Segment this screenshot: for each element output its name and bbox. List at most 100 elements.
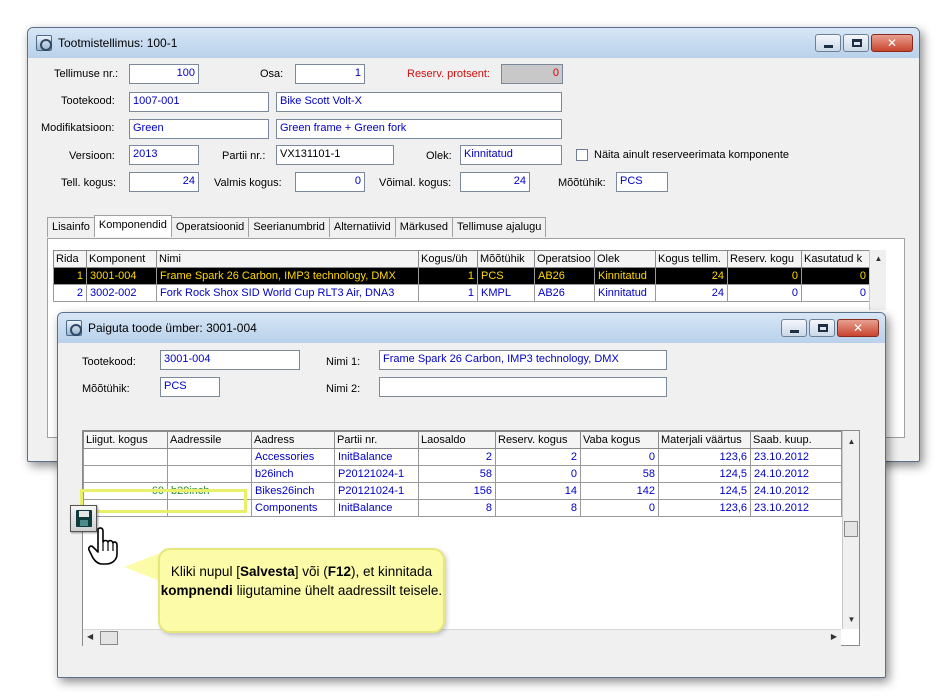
tab-operatsioonid[interactable]: Operatsioonid xyxy=(170,217,250,237)
tab-seerianumbrid[interactable]: Seerianumbrid xyxy=(248,217,330,237)
voimal-kogus-field[interactable]: 24 xyxy=(460,172,530,192)
dialog-maximize-button[interactable] xyxy=(809,319,835,337)
tab-komponendid[interactable]: Komponendid xyxy=(93,215,172,237)
cell: 8 xyxy=(418,499,496,517)
nimi1-field[interactable]: Frame Spark 26 Carbon, IMP3 technology, … xyxy=(379,350,667,370)
scroll-right-icon[interactable]: ▶ xyxy=(831,632,837,641)
relocate-header-row: Liigut. kogus Aadressile Aadress Partii … xyxy=(83,431,842,449)
col-header[interactable]: Vaba kogus xyxy=(580,431,659,449)
aadressile-cell[interactable] xyxy=(167,499,252,517)
tab-lisainfo[interactable]: Lisainfo xyxy=(47,217,95,237)
col-header[interactable]: Materjali väärtus xyxy=(658,431,751,449)
col-header[interactable]: Rida xyxy=(53,250,87,268)
tab-tellimuse-ajalugu[interactable]: Tellimuse ajalugu xyxy=(452,217,547,237)
callout-bold: F12 xyxy=(327,564,352,579)
nimi2-field[interactable] xyxy=(379,377,667,397)
olek-field[interactable]: Kinnitatud xyxy=(460,145,562,165)
col-header[interactable]: Kogus/üh xyxy=(418,250,478,268)
cell: Bikes26inch xyxy=(251,482,335,500)
cell: P20121024-1 xyxy=(334,465,419,483)
liigut-kogus-cell[interactable]: 60 xyxy=(83,482,168,500)
scroll-up-icon[interactable]: ▲ xyxy=(843,433,860,450)
close-button[interactable]: ✕ xyxy=(871,34,913,52)
dialog-close-button[interactable]: ✕ xyxy=(837,319,879,337)
dialog-minimize-button[interactable] xyxy=(781,319,807,337)
table-row[interactable]: b26inch P20121024-1 58 0 58 124,5 24.10.… xyxy=(83,465,842,483)
mootuhik-field[interactable]: PCS xyxy=(616,172,668,192)
col-header[interactable]: Operatsioo xyxy=(534,250,595,268)
cell: Fork Rock Shox SID World Cup RLT3 Air, D… xyxy=(156,284,419,302)
cell: Kinnitatud xyxy=(594,267,656,285)
modifikatsioon-kirjeldus-field[interactable]: Green frame + Green fork xyxy=(276,119,562,139)
col-header[interactable]: Kasutatud k xyxy=(801,250,870,268)
col-header[interactable]: Mõõtühik xyxy=(477,250,535,268)
dialog-titlebar: Paiguta toode ümber: 3001-004 ✕ xyxy=(58,313,885,343)
cell: 0 xyxy=(495,465,581,483)
scroll-thumb[interactable] xyxy=(844,521,858,537)
cell: P20121024-1 xyxy=(334,482,419,500)
tab-markused[interactable]: Märkused xyxy=(394,217,454,237)
nimi2-label: Nimi 2: xyxy=(326,383,361,395)
cell: 124,5 xyxy=(658,482,751,500)
instruction-callout: Kliki nupul [Salvesta] või (F12), et kin… xyxy=(158,548,445,633)
tell-kogus-field[interactable]: 24 xyxy=(129,172,199,192)
table-row[interactable]: Accessories InitBalance 2 2 0 123,6 23.1… xyxy=(83,448,842,466)
maximize-button[interactable] xyxy=(843,34,869,52)
liigut-kogus-cell[interactable] xyxy=(83,448,168,466)
liigut-kogus-cell[interactable] xyxy=(83,465,168,483)
osa-field[interactable]: 1 xyxy=(295,64,365,84)
modifikatsioon-field[interactable]: Green xyxy=(129,119,269,139)
components-header-row: Rida Komponent Nimi Kogus/üh Mõõtühik Op… xyxy=(53,250,870,268)
col-header[interactable]: Liigut. kogus xyxy=(83,431,168,449)
tab-alternatiivid[interactable]: Alternatiivid xyxy=(328,217,396,237)
scroll-left-icon[interactable]: ◀ xyxy=(87,632,93,641)
tellimuse-nr-field[interactable]: 100 xyxy=(129,64,199,84)
reserveerimata-checkbox[interactable] xyxy=(576,149,588,161)
components-vscrollbar[interactable]: ▲ xyxy=(869,250,886,310)
col-header[interactable]: Partii nr. xyxy=(334,431,419,449)
partii-nr-field[interactable]: VX131101-1 xyxy=(276,145,394,165)
cell: 123,6 xyxy=(658,499,751,517)
col-header[interactable]: Laosaldo xyxy=(418,431,496,449)
relocate-vscrollbar[interactable]: ▲ ▼ xyxy=(842,431,859,629)
dialog-mootuhik-field[interactable]: PCS xyxy=(160,377,220,397)
tootekood-field[interactable]: 1007-001 xyxy=(129,92,269,112)
col-header[interactable]: Reserv. kogu xyxy=(727,250,802,268)
valmis-kogus-label: Valmis kogus: xyxy=(214,177,282,189)
col-header[interactable]: Kogus tellim. xyxy=(655,250,728,268)
nimi1-label: Nimi 1: xyxy=(326,356,361,368)
cell: 0 xyxy=(727,284,802,302)
minimize-button[interactable] xyxy=(815,34,841,52)
table-row[interactable]: 2 3002-002 Fork Rock Shox SID World Cup … xyxy=(53,284,870,302)
col-header[interactable]: Komponent xyxy=(86,250,157,268)
aadressile-cell[interactable] xyxy=(167,448,252,466)
toode-nimi-field[interactable]: Bike Scott Volt-X xyxy=(276,92,562,112)
versioon-field[interactable]: 2013 xyxy=(129,145,199,165)
cell: b26inch xyxy=(251,465,335,483)
callout-text: ] või ( xyxy=(294,564,328,579)
aadressile-cell[interactable]: b29inch xyxy=(167,482,252,500)
table-row[interactable]: 1 3001-004 Frame Spark 26 Carbon, IMP3 t… xyxy=(53,267,870,285)
scroll-down-icon[interactable]: ▼ xyxy=(843,611,860,628)
table-row[interactable]: Components InitBalance 8 8 0 123,6 23.10… xyxy=(83,499,842,517)
table-row[interactable]: 60 b29inch Bikes26inch P20121024-1 156 1… xyxy=(83,482,842,500)
callout-text: liigutamine ühelt aadressilt teisele. xyxy=(232,583,443,598)
col-header[interactable]: Aadressile xyxy=(167,431,252,449)
col-header[interactable]: Aadress xyxy=(251,431,335,449)
minimize-icon xyxy=(790,330,799,333)
col-header[interactable]: Olek xyxy=(594,250,656,268)
col-header[interactable]: Saab. kuup. xyxy=(750,431,842,449)
dialog-title: Paiguta toode ümber: 3001-004 xyxy=(88,321,257,335)
cell: 23.10.2012 xyxy=(750,499,842,517)
scroll-up-icon[interactable]: ▲ xyxy=(870,250,887,267)
cell: 0 xyxy=(801,284,870,302)
dialog-tootekood-field[interactable]: 3001-004 xyxy=(160,350,300,370)
cell: 2 xyxy=(495,448,581,466)
cell: 124,5 xyxy=(658,465,751,483)
col-header[interactable]: Reserv. kogus xyxy=(495,431,581,449)
cell: 1 xyxy=(418,284,478,302)
aadressile-cell[interactable] xyxy=(167,465,252,483)
col-header[interactable]: Nimi xyxy=(156,250,419,268)
valmis-kogus-field[interactable]: 0 xyxy=(295,172,365,192)
h-scroll-thumb[interactable] xyxy=(100,631,118,645)
